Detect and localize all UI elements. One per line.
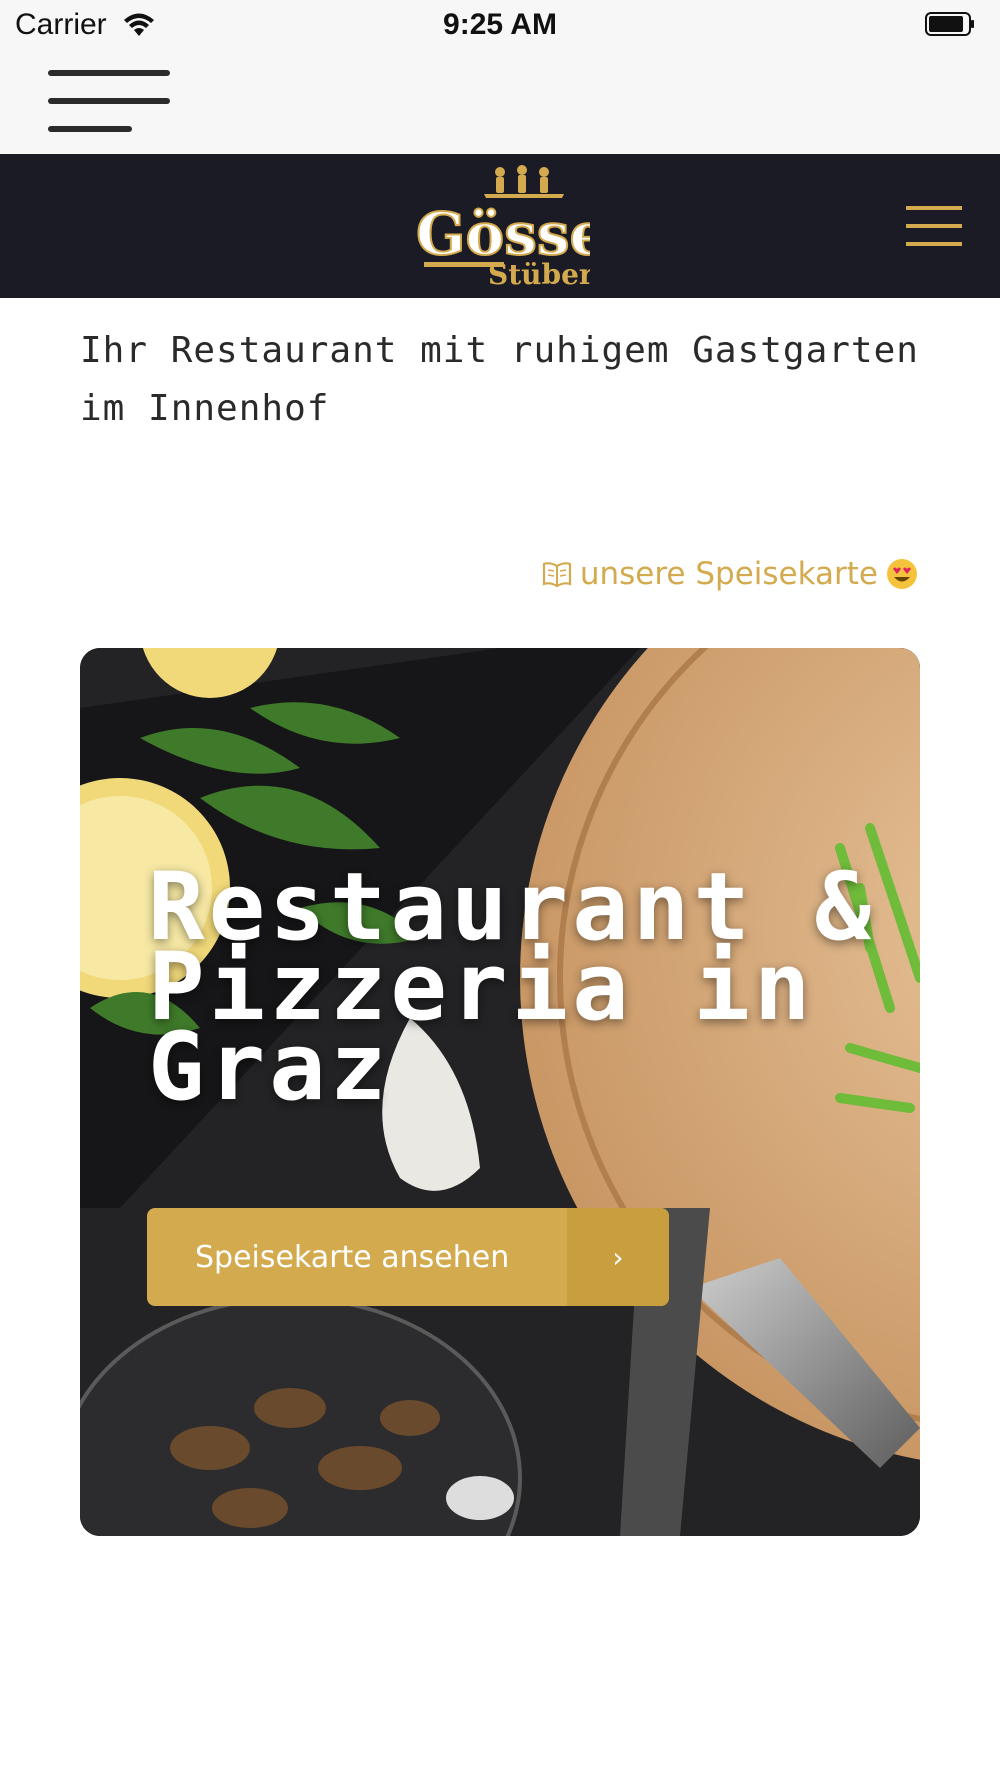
clock-label: 9:25 AM <box>443 8 557 41</box>
hero-card: Restaurant & Pizzeria in Graz Speisekart… <box>80 648 920 1536</box>
tagline: Ihr Restaurant mit ruhigem Gastgarten im… <box>80 330 919 429</box>
menu-link-label: unsere Speisekarte <box>579 556 878 592</box>
view-menu-button[interactable]: Speisekarte ansehen › <box>147 1208 669 1306</box>
view-menu-button-label: Speisekarte ansehen <box>195 1239 510 1275</box>
hamburger-menu-icon[interactable] <box>48 70 170 132</box>
status-bar: Carrier 9:25 AM <box>0 0 1000 50</box>
site-menu-icon[interactable] <box>906 206 962 246</box>
svg-text:Stüberl: Stüberl <box>488 258 590 290</box>
app-bar <box>0 50 1000 154</box>
gosser-logo[interactable]: Gösser Stüberl <box>414 164 590 290</box>
battery-icon <box>925 12 974 36</box>
menu-link[interactable]: unsere Speisekarte <box>542 556 918 592</box>
site-header: Gösser Stüberl <box>0 154 1000 298</box>
open-book-icon <box>542 562 571 588</box>
chevron-right-icon: › <box>567 1208 669 1306</box>
heart-eyes-emoji-icon <box>887 559 917 589</box>
hero-title: Restaurant & Pizzeria in Graz <box>148 853 876 1122</box>
